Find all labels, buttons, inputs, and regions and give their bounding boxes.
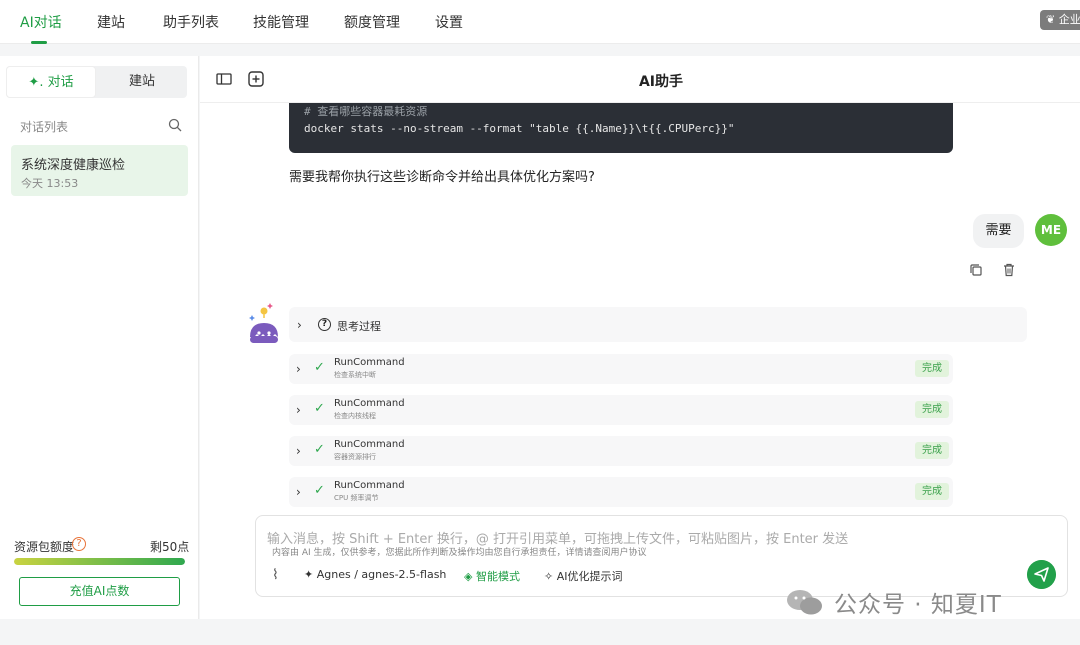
tool-name: RunCommand bbox=[334, 439, 405, 450]
tool-desc: CPU 频率调节 bbox=[334, 494, 379, 502]
enterprise-button[interactable]: ❦ 企业 bbox=[1040, 10, 1080, 30]
bot-avatar-icon bbox=[249, 303, 278, 343]
seg-chat-label: 对话 bbox=[47, 75, 74, 90]
help-icon[interactable]: ? bbox=[72, 537, 86, 551]
enterprise-label: 企业 bbox=[1058, 13, 1080, 26]
chat-main: AI助手 # 查看哪些容器最耗资源 docker stats --no-stre… bbox=[200, 56, 1080, 619]
delete-icon[interactable] bbox=[1002, 263, 1016, 277]
status-badge: 完成 bbox=[915, 483, 949, 500]
tool-desc: 容器资源排行 bbox=[334, 453, 376, 461]
tool-call-item[interactable]: › ✓ RunCommand 检查内核线程 完成 bbox=[289, 395, 953, 425]
active-tab-indicator bbox=[31, 41, 47, 44]
chevron-right-icon: › bbox=[296, 485, 301, 499]
tool-call-item[interactable]: › ✓ RunCommand CPU 频率调节 完成 bbox=[289, 477, 953, 507]
paperclip-icon[interactable]: ⌇ bbox=[272, 567, 279, 583]
tab-ai-chat[interactable]: AI对话 bbox=[20, 12, 62, 32]
copy-icon[interactable] bbox=[969, 263, 983, 277]
tool-call-item[interactable]: › ✓ RunCommand 检查系统中断 完成 bbox=[289, 354, 953, 384]
code-block: # 查看哪些容器最耗资源 docker stats --no-stream --… bbox=[289, 103, 953, 153]
tool-desc: 检查内核线程 bbox=[334, 412, 376, 420]
layers-icon: ◈ bbox=[464, 570, 473, 583]
conversation-title: 系统深度健康巡检 bbox=[21, 158, 126, 173]
tab-skill-management[interactable]: 技能管理 bbox=[253, 12, 309, 32]
check-icon: ✓ bbox=[314, 442, 325, 457]
avatar: ME bbox=[1035, 214, 1067, 246]
check-icon: ✓ bbox=[314, 360, 325, 375]
top-navigation: AI对话 建站 助手列表 技能管理 额度管理 设置 ❦ 企业 bbox=[0, 0, 1080, 44]
thinking-process[interactable]: › ? 思考过程 bbox=[289, 307, 1027, 342]
optimize-prompt-button[interactable]: ✧ AI优化提示词 bbox=[544, 568, 623, 584]
quota-value: 剩50点 bbox=[150, 540, 190, 554]
assistant-question: 需要我帮你执行这些诊断命令并给出具体优化方案吗? bbox=[289, 170, 595, 185]
status-badge: 完成 bbox=[915, 401, 949, 418]
disclaimer: 内容由 AI 生成，仅供参考，您据此所作判断及操作均由您自行承担责任，详情请查阅… bbox=[272, 548, 647, 558]
question-icon: ? bbox=[318, 318, 331, 331]
chevron-right-icon: › bbox=[296, 403, 301, 417]
status-badge: 完成 bbox=[915, 442, 949, 459]
optimize-label: AI优化提示词 bbox=[556, 570, 623, 583]
check-icon: ✓ bbox=[314, 483, 325, 498]
seg-chat[interactable]: ✦. 对话 bbox=[6, 66, 96, 98]
seg-site[interactable]: 建站 bbox=[97, 66, 187, 98]
sparkle-icon: ✦ bbox=[304, 568, 314, 581]
conversation-list-title: 对话列表 bbox=[20, 120, 69, 134]
check-icon: ✓ bbox=[314, 401, 325, 416]
thinking-label: 思考过程 bbox=[337, 320, 381, 333]
smart-mode-toggle[interactable]: ◈ 智能模式 bbox=[464, 568, 520, 584]
code-line: docker stats --no-stream --format "table… bbox=[304, 122, 735, 135]
chat-title: AI助手 bbox=[638, 74, 684, 90]
chat-header: AI助手 bbox=[200, 56, 1080, 103]
magic-icon: ✧ bbox=[544, 570, 554, 583]
mode-switch: ✦. 对话 建站 bbox=[6, 66, 187, 98]
model-label: Agnes / agnes-2.5-flash bbox=[316, 568, 447, 581]
sparkle-icon: ✦ bbox=[28, 75, 40, 90]
chevron-right-icon: › bbox=[297, 318, 302, 332]
sidebar: ✦. 对话 建站 对话列表 系统深度健康巡检 今天 13:53 资源包额度 ? … bbox=[0, 56, 199, 619]
tool-name: RunCommand bbox=[334, 480, 405, 491]
tool-call-item[interactable]: › ✓ RunCommand 容器资源排行 完成 bbox=[289, 436, 953, 466]
tab-site-builder[interactable]: 建站 bbox=[97, 12, 125, 32]
quota-label: 资源包额度 bbox=[14, 540, 75, 554]
chevron-right-icon: › bbox=[296, 444, 301, 458]
status-badge: 完成 bbox=[915, 360, 949, 377]
code-line: # 查看哪些容器最耗资源 bbox=[304, 105, 428, 118]
watermark: 公众号 · 知夏IT bbox=[834, 592, 1002, 618]
conversation-item[interactable]: 系统深度健康巡检 今天 13:53 bbox=[11, 145, 188, 196]
tab-quota-management[interactable]: 额度管理 bbox=[344, 12, 400, 32]
bottom-strip bbox=[0, 619, 1080, 645]
search-icon[interactable] bbox=[168, 118, 182, 132]
quota-progress-bar bbox=[14, 558, 185, 565]
tool-desc: 检查系统中断 bbox=[334, 371, 376, 379]
chevron-right-icon: › bbox=[296, 362, 301, 376]
quota-progress-fill bbox=[14, 558, 185, 565]
tab-settings[interactable]: 设置 bbox=[435, 12, 463, 32]
send-button[interactable] bbox=[1027, 560, 1056, 589]
conversation-time: 今天 13:53 bbox=[21, 177, 79, 190]
model-selector[interactable]: ✦ Agnes / agnes-2.5-flash bbox=[304, 568, 446, 581]
tool-name: RunCommand bbox=[334, 398, 405, 409]
smart-mode-label: 智能模式 bbox=[475, 570, 520, 583]
wechat-icon bbox=[787, 590, 822, 615]
user-message: 需要 bbox=[973, 214, 1024, 248]
tab-assistant-list[interactable]: 助手列表 bbox=[163, 12, 219, 32]
tool-name: RunCommand bbox=[334, 357, 405, 368]
recharge-button[interactable]: 充值AI点数 bbox=[19, 577, 180, 606]
leaf-icon: ❦ bbox=[1046, 13, 1056, 26]
